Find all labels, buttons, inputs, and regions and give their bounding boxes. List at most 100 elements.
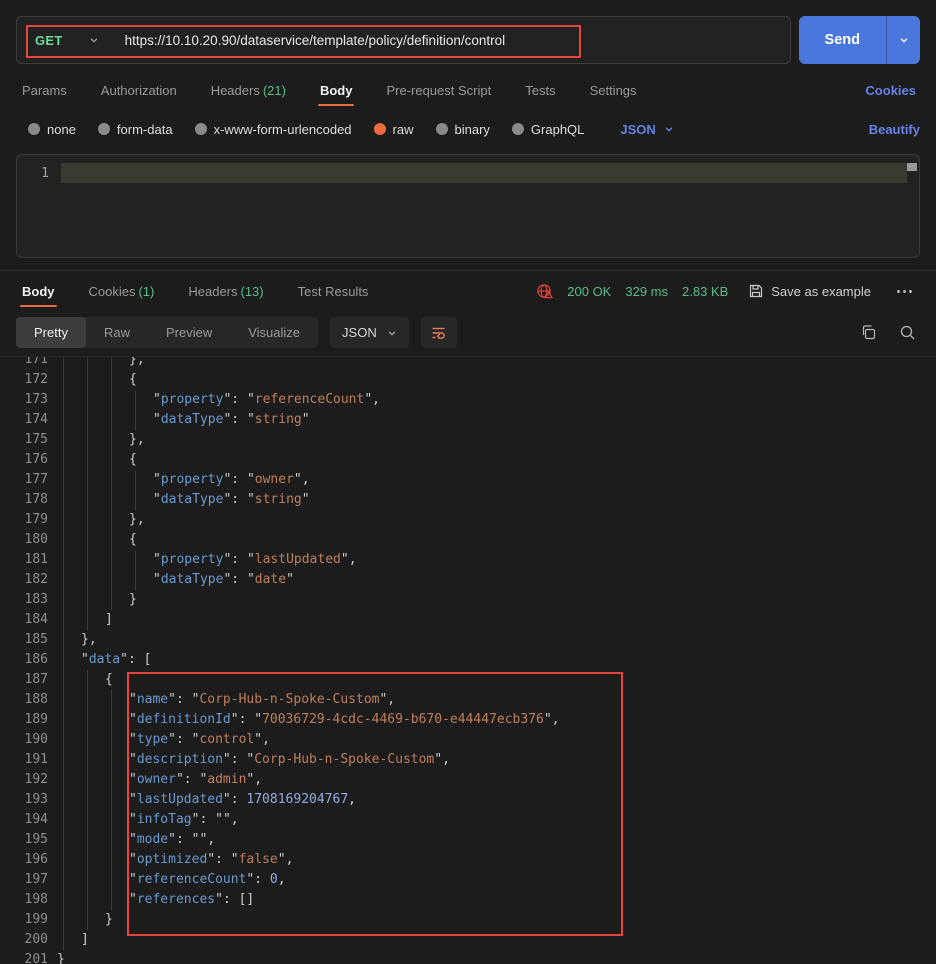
line-number: 180 [0,530,48,550]
indent-guide [111,770,112,790]
code-line-187: 187{ [0,670,936,690]
line-number: 200 [0,930,48,950]
indent-guide [63,890,64,910]
line-number: 193 [0,790,48,810]
beautify-link[interactable]: Beautify [869,122,920,137]
response-status[interactable]: 200 OK [567,284,611,299]
raw-language-dropdown[interactable]: JSON [620,122,673,137]
tab-body[interactable]: Body [318,71,355,110]
send-button[interactable]: Send [799,16,886,64]
indent-guide [111,730,112,750]
response-size[interactable]: 2.83 KB [682,284,728,299]
code-line-196: 196"optimized": "false", [0,850,936,870]
code-line-188: 188"name": "Corp-Hub-n-Spoke-Custom", [0,690,936,710]
line-number: 176 [0,450,48,470]
indent-guide [87,510,88,530]
indent-guide [111,356,112,370]
wrap-line-button[interactable] [421,317,457,348]
tab-authorization[interactable]: Authorization [99,71,179,110]
code-line-174: 174"dataType": "string" [0,410,936,430]
search-response-icon[interactable] [899,324,916,341]
save-as-example-button[interactable]: Save as example [748,283,871,299]
indent-guide [87,710,88,730]
body-type-x-www-form-urlencoded[interactable]: x-www-form-urlencoded [195,122,352,137]
indent-guide [87,830,88,850]
view-tab-pretty[interactable]: Pretty [16,317,86,348]
indent-guide [87,570,88,590]
cookies-link[interactable]: Cookies [865,83,916,98]
tab-headers[interactable]: Headers(21) [209,71,288,110]
tab-tests[interactable]: Tests [523,71,557,110]
more-options-icon[interactable] [893,286,916,297]
indent-guide [111,830,112,850]
indent-guide [87,610,88,630]
request-body-editor[interactable]: 1 [16,154,920,258]
indent-guide [135,470,136,490]
method-dropdown[interactable]: GET [17,33,113,48]
code-line-182: 182"dataType": "date" [0,570,936,590]
url-input[interactable]: https://10.10.20.90/dataservice/template… [113,33,790,48]
response-body-viewer[interactable]: 171},172{173"property": "referenceCount"… [0,356,936,964]
body-type-raw[interactable]: raw [374,122,414,137]
indent-guide [63,790,64,810]
indent-guide [63,670,64,690]
indent-guide [63,770,64,790]
body-type-form-data[interactable]: form-data [98,122,173,137]
indent-guide [63,930,64,950]
code-line-191: 191"description": "Corp-Hub-n-Spoke-Cust… [0,750,936,770]
editor-scrollbar-thumb[interactable] [907,163,917,171]
copy-response-icon[interactable] [860,324,877,341]
tab-settings[interactable]: Settings [588,71,639,110]
code-line-190: 190"type": "control", [0,730,936,750]
code-line-194: 194"infoTag": "", [0,810,936,830]
response-tab-body[interactable]: Body [20,272,57,311]
body-type-binary[interactable]: binary [436,122,490,137]
indent-guide [111,690,112,710]
response-tab-test-results[interactable]: Test Results [296,272,371,311]
save-icon [748,283,764,299]
code-line-183: 183} [0,590,936,610]
radio-dot-icon [512,123,524,135]
view-tab-preview[interactable]: Preview [148,317,230,348]
indent-guide [87,850,88,870]
indent-guide [63,450,64,470]
editor-line: 1 [17,163,919,183]
response-tab-headers[interactable]: Headers(13) [186,272,265,311]
indent-guide [111,810,112,830]
code-line-172: 172{ [0,370,936,390]
indent-guide [111,590,112,610]
code-line-185: 185}, [0,630,936,650]
line-number: 187 [0,670,48,690]
indent-guide [63,470,64,490]
line-number: 173 [0,390,48,410]
view-tab-visualize[interactable]: Visualize [230,317,318,348]
body-type-none[interactable]: none [28,122,76,137]
indent-guide [87,690,88,710]
send-options-button[interactable] [886,16,920,64]
code-line-178: 178"dataType": "string" [0,490,936,510]
indent-guide [111,850,112,870]
line-number: 191 [0,750,48,770]
line-number: 171 [0,356,48,370]
line-number: 190 [0,730,48,750]
indent-guide [111,450,112,470]
response-language-dropdown[interactable]: JSON [330,317,409,348]
view-tab-raw[interactable]: Raw [86,317,148,348]
tab-params[interactable]: Params [20,71,69,110]
body-type-graphql[interactable]: GraphQL [512,122,584,137]
response-meta: 200 OK 329 ms 2.83 KB Save as example [536,283,916,300]
response-time[interactable]: 329 ms [625,284,668,299]
indent-guide [135,570,136,590]
request-tabs: Params Authorization Headers(21) Body Pre-re… [0,68,936,112]
chevron-down-icon [899,35,909,45]
tab-pre-request-script[interactable]: Pre-request Script [384,71,493,110]
response-tab-cookies[interactable]: Cookies(1) [87,272,157,311]
code-line-193: 193"lastUpdated": 1708169204767, [0,790,936,810]
indent-guide [63,610,64,630]
ssl-error-globe-icon[interactable] [536,283,553,300]
indent-guide [111,370,112,390]
code-line-176: 176{ [0,450,936,470]
indent-guide [63,870,64,890]
indent-guide [111,390,112,410]
editor-line-number: 1 [17,166,61,181]
